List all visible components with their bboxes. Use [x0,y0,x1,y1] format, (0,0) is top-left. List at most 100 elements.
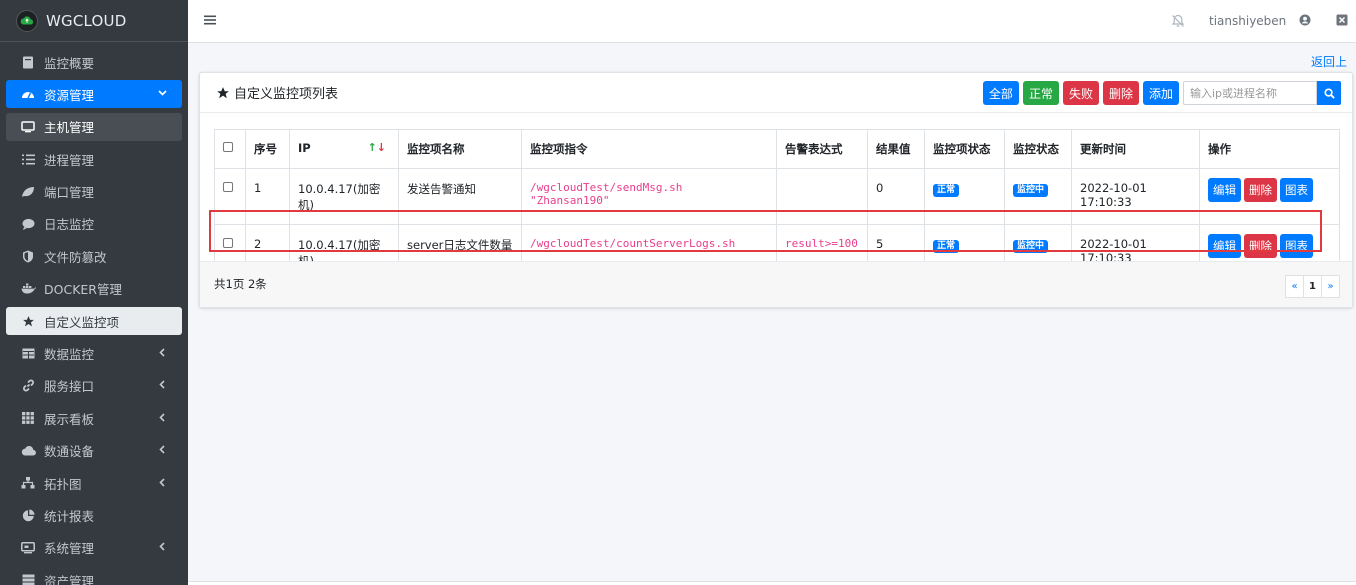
user-circle-icon[interactable] [1299,14,1313,28]
footer-bar [188,581,1356,585]
row-result: 0 [867,168,925,225]
sidebar-item-topology[interactable]: 拓扑图 [6,469,182,497]
row-checkbox[interactable] [223,238,233,248]
chevron-left-icon [156,379,168,391]
delete-button[interactable]: 删除 [1244,178,1277,202]
page-next[interactable]: » [1321,275,1340,298]
hamburger-menu-icon[interactable] [204,14,218,28]
pagination-info: 共1页 2条 [214,277,267,291]
edit-button[interactable]: 编辑 [1208,234,1241,258]
sidebar-item-file-tamper[interactable]: 文件防篡改 [6,242,182,270]
sidebar-item-label: 拓扑图 [44,476,82,492]
brand[interactable]: WGCLOUD [0,0,188,42]
select-all-cell [214,129,246,169]
sidebar-item-label: 监控概要 [44,55,95,71]
sitemap-icon [20,475,36,491]
sidebar-item-hosts[interactable]: 主机管理 [6,112,182,141]
sidebar-item-logs[interactable]: 日志监控 [6,210,182,238]
chevron-left-icon [156,411,168,423]
status-badge: 监控中 [1013,184,1049,197]
status-badge: 监控中 [1013,240,1049,253]
add-button[interactable]: 添加 [1142,81,1179,105]
sidebar-item-resources[interactable]: 资源管理 [6,80,182,109]
bell-slash-icon[interactable] [1171,14,1187,30]
sidebar-item-label: 资产管理 [44,573,95,585]
status-badge: 正常 [933,240,960,253]
sidebar-item-label: 文件防篡改 [44,249,107,265]
sidebar-item-data-monitor[interactable]: 数据监控 [6,340,182,368]
sidebar-item-docker[interactable]: DOCKER管理 [6,275,182,303]
table-header-row: 序号 IP ↑↓ 监控项名称 监控项指令 告警表达式 结果值 监控项状态 监控状态… [214,129,1340,169]
row-ops: 编辑 删除 图表 [1199,168,1340,225]
pagination: « 1 » [1285,275,1340,298]
sidebar-item-assets[interactable]: 资产管理 [6,566,182,585]
edit-button[interactable]: 编辑 [1208,178,1241,202]
sidebar-item-dashboard-board[interactable]: 展示看板 [6,404,182,432]
page-current[interactable]: 1 [1303,275,1322,298]
sidebar-item-custom-monitor[interactable]: 自定义监控项 [6,307,182,336]
batch-delete-button[interactable]: 删除 [1102,81,1139,105]
row-checkbox[interactable] [223,182,233,192]
book-icon [20,54,36,70]
filter-normal-button[interactable]: 正常 [1022,81,1059,105]
sidebar-item-processes[interactable]: 进程管理 [6,145,182,173]
sidebar-item-reports[interactable]: 统计报表 [6,501,182,529]
dashboard-icon [20,86,36,102]
sidebar: WGCLOUD 监控概要 资源管理 主机管理 进程管理 端口管理 日志监控 文件… [0,0,188,585]
list-icon [20,151,36,167]
sidebar-item-label: DOCKER管理 [44,282,122,298]
sidebar-item-label: 服务接口 [44,379,95,395]
chevron-left-icon [156,444,168,456]
search-icon [1323,87,1335,99]
col-header: 结果值 [867,129,925,169]
desktop-icon [20,540,36,556]
status-badge: 正常 [933,184,960,197]
col-header: 操作 [1199,129,1340,169]
sidebar-item-label: 自定义监控项 [44,314,120,330]
shield-icon [20,248,36,264]
comment-icon [20,216,36,232]
table-icon [20,346,36,362]
monitor-table-wrap: 序号 IP ↑↓ 监控项名称 监控项指令 告警表达式 结果值 监控项状态 监控状态… [214,129,1340,281]
star-icon [20,313,36,329]
card-footer [200,262,1352,307]
chevron-left-icon [156,347,168,359]
search-input[interactable] [1183,81,1317,105]
col-header: 序号 [245,129,290,169]
sidebar-item-service-api[interactable]: 服务接口 [6,372,182,400]
chart-button[interactable]: 图表 [1280,178,1313,202]
row-select-cell [214,168,246,225]
col-header: 监控项指令 [521,129,777,169]
username[interactable]: tianshiyeben [1209,14,1286,28]
row-item-status-cell: 正常 [924,168,1005,225]
sidebar-item-ports[interactable]: 端口管理 [6,178,182,206]
server-icon [20,572,36,585]
sort-icon[interactable]: ↑↓ [368,141,386,154]
select-all-checkbox[interactable] [223,142,233,152]
col-header: 监控项状态 [924,129,1005,169]
filter-all-button[interactable]: 全部 [982,81,1019,105]
cloud-icon [20,443,36,459]
leaf-icon [20,184,36,200]
chart-button[interactable]: 图表 [1280,234,1313,258]
page-prev[interactable]: « [1285,275,1304,298]
sidebar-item-label: 数据监控 [44,347,95,363]
sidebar-item-label: 资源管理 [44,87,95,103]
col-header-ip[interactable]: IP ↑↓ [289,129,399,169]
sidebar-item-system[interactable]: 系统管理 [6,534,182,562]
link-icon [20,378,36,394]
sidebar-item-network-devices[interactable]: 数通设备 [6,437,182,465]
star-icon [216,86,230,100]
chevron-left-icon [156,541,168,553]
pie-chart-icon [20,507,36,523]
search-button[interactable] [1317,81,1341,105]
card-tools: 全部 正常 失败 删除 添加 [979,81,1341,105]
sidebar-item-label: 端口管理 [44,185,95,201]
row-cmd: /wgcloudTest/sendMsg.sh "Zhansan190" [521,168,777,225]
delete-button[interactable]: 删除 [1244,234,1277,258]
window-close-icon[interactable] [1336,14,1350,28]
col-header: 告警表达式 [776,129,868,169]
filter-fail-button[interactable]: 失败 [1062,81,1099,105]
sidebar-item-overview[interactable]: 监控概要 [6,48,182,76]
grid-icon [20,410,36,426]
